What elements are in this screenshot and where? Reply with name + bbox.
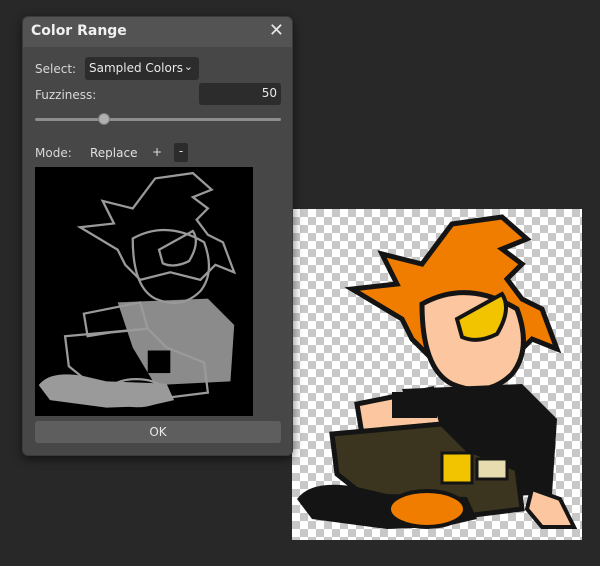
select-value: Sampled Colors (89, 61, 184, 75)
color-range-dialog: Color Range ✕ Select: Sampled Colors ⌄ F… (22, 16, 293, 456)
select-label: Select: (35, 62, 77, 76)
mode-add-button[interactable]: + (152, 145, 162, 159)
chevron-down-icon: ⌄ (183, 60, 193, 73)
selection-preview (35, 167, 253, 416)
close-icon[interactable]: ✕ (269, 20, 284, 42)
mask-preview-image (38, 171, 237, 408)
fuzziness-slider-track[interactable] (35, 118, 281, 121)
ok-button[interactable]: OK (35, 421, 281, 443)
fuzziness-slider-thumb[interactable] (97, 113, 110, 125)
mode-replace-button[interactable]: Replace (90, 146, 137, 160)
character-illustration (297, 214, 578, 529)
select-dropdown[interactable]: Sampled Colors ⌄ (85, 57, 199, 80)
canvas-artwork (292, 209, 582, 540)
fuzziness-label: Fuzziness: (35, 88, 97, 102)
mode-subtract-button[interactable]: - (174, 143, 188, 162)
fuzziness-input[interactable]: 50 (199, 83, 281, 105)
dialog-title: Color Range (31, 23, 127, 39)
mode-label: Mode: (35, 146, 72, 160)
dialog-titlebar[interactable]: Color Range ✕ (23, 17, 292, 47)
